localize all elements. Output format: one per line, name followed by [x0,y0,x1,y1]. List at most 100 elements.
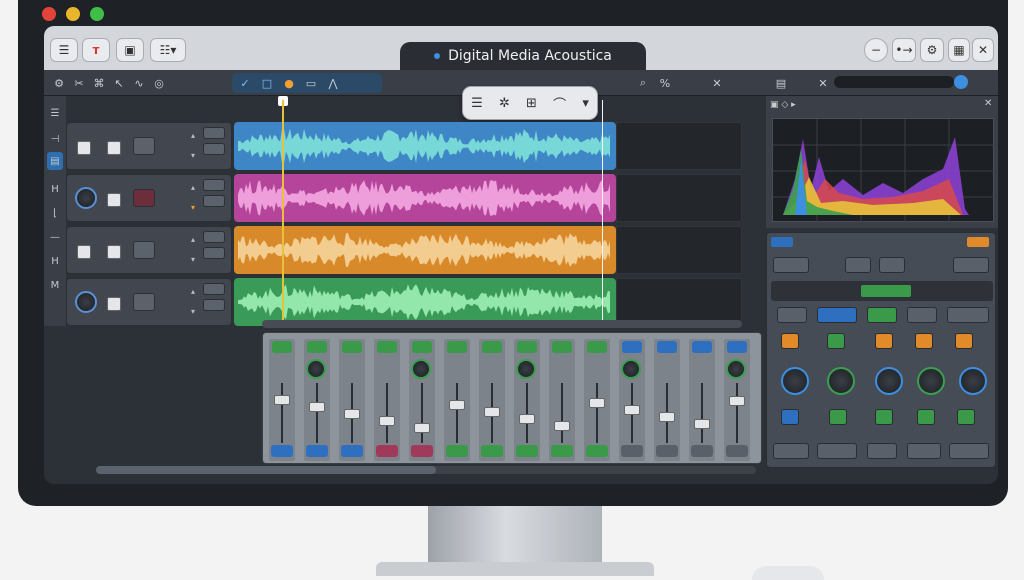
edit-button[interactable] [203,179,225,191]
rack-knob[interactable] [917,367,945,395]
tools-icon[interactable]: ⊣ [47,130,63,148]
rack-button[interactable] [867,443,897,459]
menu-button[interactable]: ☰ [50,38,78,62]
fader-handle[interactable] [379,416,395,426]
channel-output-tag[interactable] [446,445,468,457]
fader-handle[interactable] [274,395,290,405]
channel-tag[interactable] [657,341,677,353]
channel-tag[interactable] [517,341,537,353]
scrollbar-thumb[interactable] [96,466,436,474]
percent-icon[interactable]: % [656,74,674,92]
h-icon[interactable]: H [47,180,63,198]
channel-output-tag[interactable] [691,445,713,457]
channel-output-tag[interactable] [411,445,433,457]
audio-lane-1[interactable] [234,122,616,170]
rack-button[interactable] [879,257,905,273]
rack-knob[interactable] [959,367,987,395]
channel-output-tag[interactable] [586,445,608,457]
empty-lane-area[interactable] [616,278,742,326]
m-icon[interactable]: M [47,276,63,294]
fader-handle[interactable] [554,421,570,431]
puzzle-icon[interactable]: ⌘ [90,74,108,92]
volume-slider[interactable] [834,76,954,88]
close-icon[interactable]: ✕ [814,74,832,92]
channel-output-tag[interactable] [271,445,293,457]
channel-tag[interactable] [342,341,362,353]
edit-button[interactable] [203,283,225,295]
close-icon[interactable]: ✕ [708,74,726,92]
logo-button[interactable]: ᴛ [82,38,110,62]
rack-button[interactable] [875,333,893,349]
fader-handle[interactable] [107,245,121,259]
square-icon[interactable]: □ [258,74,276,92]
pan-knob[interactable] [621,359,641,379]
fader-handle[interactable] [77,141,91,155]
chevron-down-icon[interactable]: ▾ [191,307,195,316]
timeline-scrollbar[interactable] [262,320,742,328]
gear-icon[interactable]: ⚙ [50,74,68,92]
volume-knob[interactable] [75,291,97,313]
solo-button[interactable] [203,143,225,155]
menu-icon[interactable]: ☰ [471,96,483,111]
close-window-icon[interactable] [42,7,56,21]
pan-knob[interactable] [726,359,746,379]
mute-button[interactable] [133,293,155,311]
solo-button[interactable] [203,195,225,207]
fader-handle[interactable] [344,409,360,419]
rack-button[interactable] [781,333,799,349]
gear-icon[interactable]: ✲ [499,96,510,111]
channel-output-tag[interactable] [621,445,643,457]
dash-icon[interactable]: — [47,228,63,246]
rack-button[interactable] [773,443,809,459]
rack-button[interactable] [875,409,893,425]
fader-handle[interactable] [414,423,430,433]
channel-tag[interactable] [272,341,292,353]
curve-icon[interactable]: ∿ [130,74,148,92]
channel-output-tag[interactable] [306,445,328,457]
pan-knob[interactable] [411,359,431,379]
channel-output-tag[interactable] [341,445,363,457]
rack-button[interactable] [827,333,845,349]
chevron-up-icon[interactable]: ▴ [191,235,195,244]
close-button[interactable]: ✕ [972,38,994,62]
solo-button[interactable] [203,299,225,311]
channel-tag[interactable] [412,341,432,353]
channel-output-tag[interactable] [376,445,398,457]
rack-button[interactable] [917,409,935,425]
grid-icon[interactable]: ⊞ [526,96,537,111]
rack-button[interactable] [817,443,857,459]
list-dropdown-button[interactable]: ☷▾ [150,38,186,62]
rack-knob[interactable] [827,367,855,395]
fader-handle[interactable] [624,405,640,415]
channel-output-tag[interactable] [516,445,538,457]
channel-tag[interactable] [447,341,467,353]
audio-lane-3[interactable] [234,226,616,274]
close-icon[interactable]: ✕ [984,98,992,109]
rack-button[interactable] [955,333,973,349]
volume-knob[interactable] [75,187,97,209]
fader-handle[interactable] [519,414,535,424]
h-icon[interactable]: H [47,252,63,270]
channel-tag[interactable] [727,341,747,353]
globe-icon[interactable]: ◎ [150,74,168,92]
pan-knob[interactable] [306,359,326,379]
check-icon[interactable]: ✓ [236,74,254,92]
wave-icon[interactable]: ⋀ [324,74,342,92]
loop-end-marker[interactable] [602,100,603,322]
folder-icon[interactable]: ▭ [302,74,320,92]
edit-button[interactable] [203,127,225,139]
list-icon[interactable]: ☰ [47,104,63,122]
edit-button[interactable] [203,231,225,243]
rack-power-button[interactable] [967,237,989,247]
fader-handle[interactable] [729,396,745,406]
image-button[interactable]: ▣ [116,38,144,62]
mute-button[interactable] [133,241,155,259]
chevron-down-icon[interactable]: ▾ [582,96,589,111]
channel-tag[interactable] [692,341,712,353]
pointer-icon[interactable]: ↖ [110,74,128,92]
rack-button[interactable] [949,443,989,459]
rack-button[interactable] [773,257,809,273]
fader-handle[interactable] [659,412,675,422]
curve-icon[interactable]: ⌒ [553,94,566,113]
rack-button[interactable] [845,257,871,273]
